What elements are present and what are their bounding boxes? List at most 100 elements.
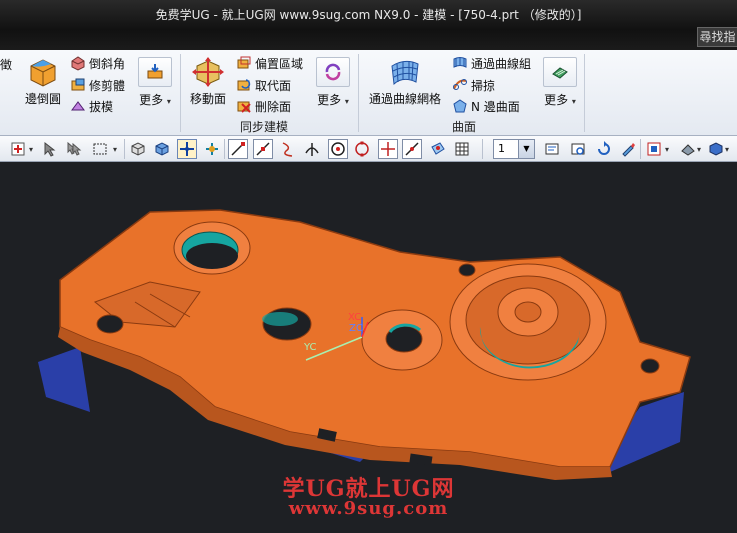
snap-vertex-icon [206, 143, 218, 155]
offset-region-icon [237, 56, 251, 69]
draft-icon [71, 101, 85, 111]
part-underside [38, 347, 90, 412]
rectangle-select-button[interactable] [90, 139, 110, 159]
chevron-down-icon[interactable]: ▼ [518, 140, 534, 158]
more-feature-icon [147, 64, 163, 79]
move-face-button[interactable]: 移動面 [186, 56, 230, 107]
work-layer-select[interactable]: 1 ▼ [493, 139, 535, 159]
intersection-icon [305, 143, 319, 156]
command-finder-tab[interactable]: 尋找指 [697, 27, 737, 47]
more-surface-button[interactable]: 更多 ▾ [541, 54, 579, 116]
more-dropdown-icon: ▾ [166, 97, 171, 106]
more-feature-button[interactable]: 更多 ▾ [136, 54, 174, 116]
trim-body-button[interactable]: 修剪體 [70, 75, 125, 95]
graphics-viewport[interactable]: XC ZC YC 学UG就上UG网 www.9sug.com [0, 162, 737, 533]
view-solid-button[interactable] [128, 139, 148, 159]
snap-point-icon [11, 142, 25, 156]
endpoint-icon [231, 142, 245, 156]
rectangle-select-dropdown[interactable]: ▾ [110, 139, 120, 159]
swept-icon [453, 79, 467, 90]
clipped-feature-label[interactable]: 徵 [0, 54, 12, 74]
group-label-sync: 同步建模 [240, 120, 289, 134]
snap-bounded-grid-button[interactable] [452, 139, 472, 159]
multi-cursor-icon [67, 141, 82, 156]
snap-point-on-curve-button[interactable] [402, 139, 422, 159]
edge-blend-icon [30, 59, 56, 87]
circle-center-icon [331, 142, 345, 156]
snap-existing-point-button[interactable] [378, 139, 398, 159]
n-sided-surface-icon [453, 99, 467, 113]
snap-arrows-icon [180, 142, 194, 156]
edge-blend-button[interactable]: 邊倒圓 [20, 56, 66, 107]
more-dropdown-icon: ▾ [571, 97, 576, 106]
title-bar: 免费学UG - 就上UG网 www.9sug.com NX9.0 - 建模 - … [0, 0, 737, 50]
n-sided-surface-button[interactable]: N 邊曲面 [452, 96, 520, 116]
render-style-dropdown[interactable]: ▾ [694, 139, 704, 159]
selection-toolbar: ▾ ▾ 1 ▼ ▾ ▾ ▾ [0, 136, 737, 162]
through-curve-mesh-button[interactable]: 通過曲線網格 [364, 56, 446, 107]
grid-icon [455, 142, 469, 156]
select-all-button[interactable] [64, 139, 84, 159]
rectangle-select-icon [93, 143, 107, 155]
snap-points-button[interactable] [177, 139, 197, 159]
select-filter-dropdown[interactable]: ▾ [26, 139, 36, 159]
delete-face-button[interactable]: 刪除面 [236, 96, 291, 116]
curve-mesh-icon [391, 60, 419, 86]
edit-object-display-button[interactable] [618, 139, 638, 159]
display-mode-button[interactable] [644, 139, 664, 159]
point-on-curve-icon [405, 142, 419, 156]
curve-icon [282, 142, 293, 157]
midpoint-icon [256, 142, 270, 156]
snap-curve-button[interactable] [278, 139, 298, 159]
point-on-face-icon [431, 142, 445, 155]
replace-face-button[interactable]: 取代面 [236, 75, 291, 95]
more-sync-button[interactable]: 更多 ▾ [314, 54, 352, 116]
snap-center-button[interactable] [328, 139, 348, 159]
move-face-icon [192, 57, 224, 87]
snap-midpoint-button[interactable] [253, 139, 273, 159]
view-to-layer-button[interactable] [568, 139, 588, 159]
cube-icon [131, 142, 145, 156]
crosshair-icon [381, 142, 395, 156]
more-sync-icon [325, 63, 341, 81]
layer-settings-button[interactable] [542, 139, 562, 159]
rotate-view-button[interactable] [594, 139, 614, 159]
select-filter-button[interactable] [8, 139, 28, 159]
delete-face-icon [237, 101, 251, 113]
offset-region-button[interactable]: 偏置區域 [236, 53, 303, 73]
chamfer-icon [71, 56, 85, 71]
through-curves-icon [453, 57, 467, 68]
lasso-select-button[interactable] [40, 139, 60, 159]
chamfer-button[interactable]: 倒斜角 [70, 53, 125, 73]
more-dropdown-icon: ▾ [344, 97, 349, 106]
shaded-cube-icon [155, 142, 169, 156]
replace-face-icon [237, 79, 251, 91]
cursor-icon [44, 141, 56, 157]
snap-endpoint-button[interactable] [228, 139, 248, 159]
quadrant-icon [355, 141, 369, 157]
display-mode-dropdown[interactable]: ▾ [662, 139, 672, 159]
snap-intersection-button[interactable] [302, 139, 322, 159]
right-lug-hole [640, 358, 660, 374]
boss-left-hole [186, 243, 238, 269]
trim-body-icon [71, 78, 85, 91]
snap-point-on-face-button[interactable] [428, 139, 448, 159]
display-mode-icon [647, 142, 661, 156]
draft-button[interactable]: 拔模 [70, 96, 113, 116]
shaded-view-dropdown[interactable]: ▾ [722, 139, 732, 159]
rotate-icon [598, 141, 610, 155]
window-title: 免费学UG - 就上UG网 www.9sug.com NX9.0 - 建模 - … [155, 8, 582, 22]
group-label-surface: 曲面 [452, 120, 477, 134]
swept-button[interactable]: 掃掠 [452, 75, 495, 95]
yc-axis-label: YC [304, 342, 317, 353]
through-curves-button[interactable]: 通過曲線組 [452, 53, 531, 73]
snap-vertex-button[interactable] [202, 139, 222, 159]
zc-axis-label: ZC [349, 323, 363, 334]
ribbon: 徵 邊倒圓 倒斜角 修剪體 拔模 更多 ▾ 移動面 偏置區域 取代面 刪除面 更… [0, 50, 737, 136]
fit-view-icon [571, 143, 585, 155]
watermark-url: www.9sug.com [288, 498, 449, 519]
left-hole [96, 314, 124, 334]
snap-quadrant-button[interactable] [352, 139, 372, 159]
view-shaded-button[interactable] [152, 139, 172, 159]
brush-icon [622, 143, 635, 157]
